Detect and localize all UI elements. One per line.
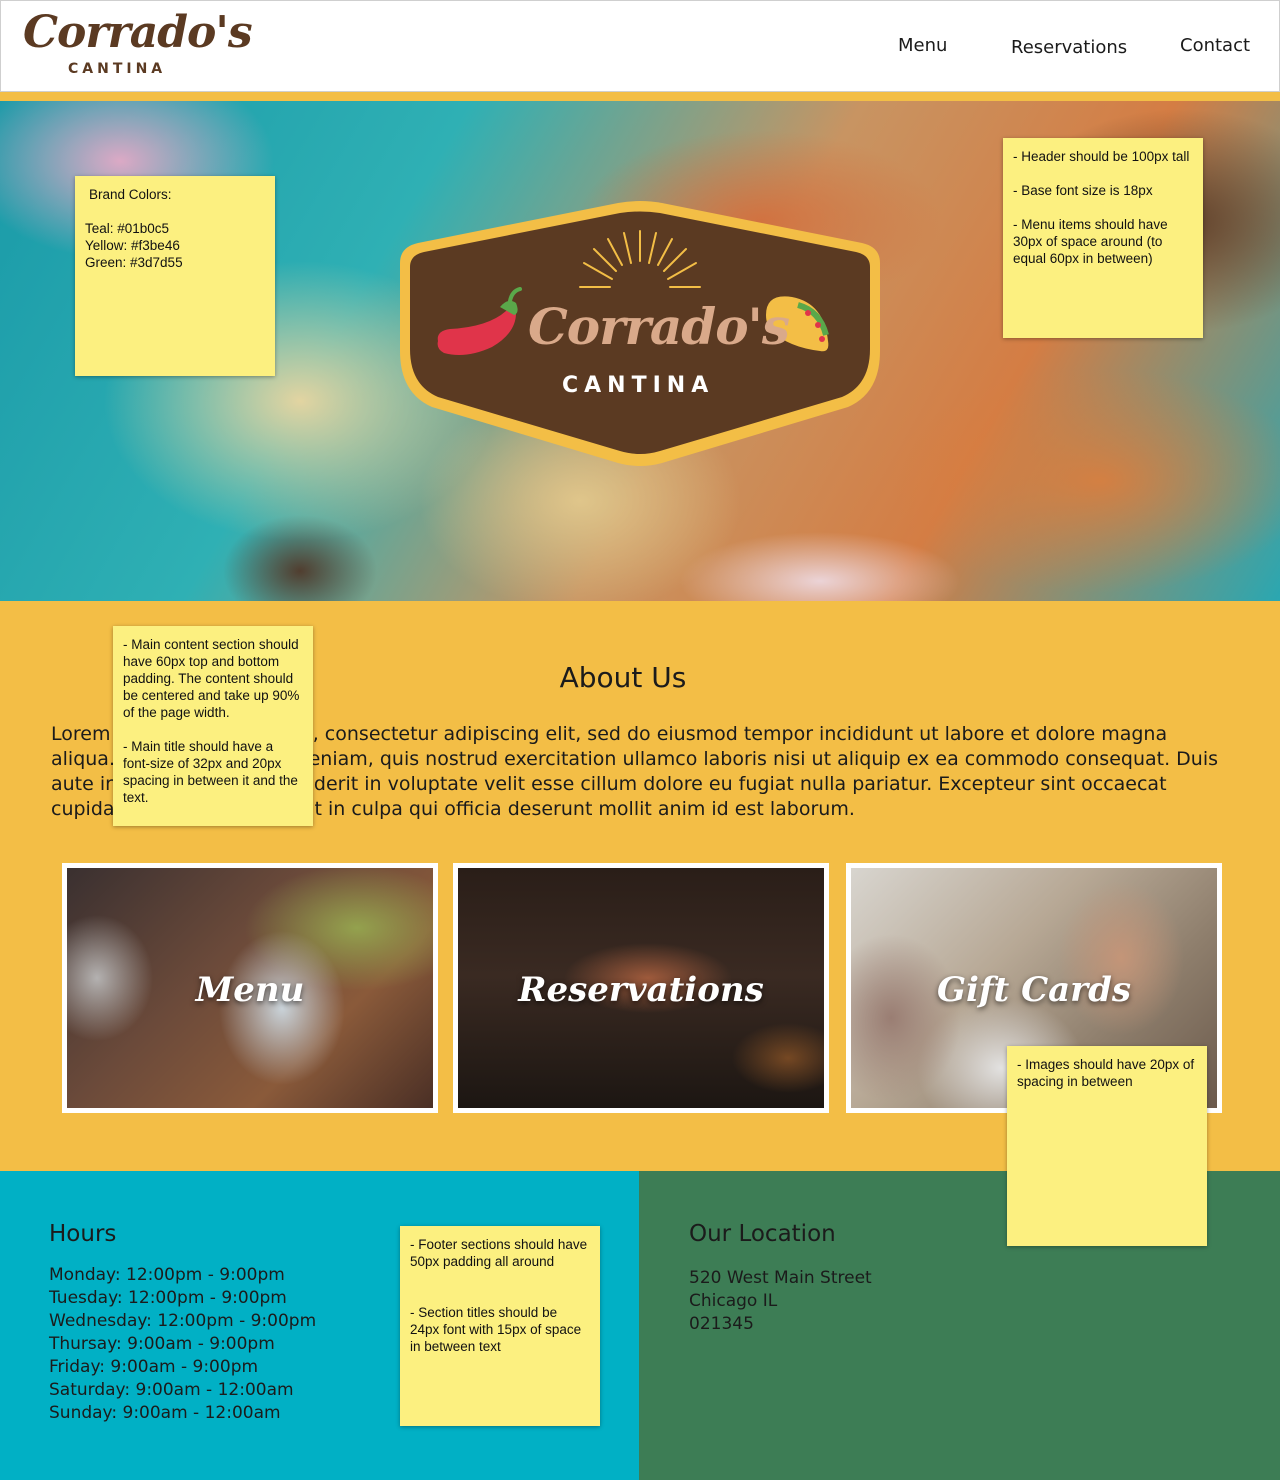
address-line: 520 West Main Street	[689, 1268, 872, 1288]
hours-line: Sunday: 9:00am - 12:00am	[49, 1403, 281, 1423]
location-address: 520 West Main Street Chicago IL 021345	[689, 1267, 872, 1336]
address-line: 021345	[689, 1314, 754, 1334]
sticky-note-main-content: - Main content section should have 60px …	[113, 626, 313, 826]
hero-logo-badge: Corrado's CANTINA	[388, 201, 892, 467]
badge-script: Corrado's	[528, 297, 790, 356]
header-logo[interactable]: Corrado's CANTINA	[23, 7, 253, 81]
hours-line: Friday: 9:00am - 9:00pm	[49, 1357, 259, 1377]
hours-line: Monday: 12:00pm - 9:00pm	[49, 1265, 285, 1285]
card-label: Menu	[195, 970, 305, 1010]
note-line: - Main title should have a font-size of …	[123, 739, 298, 805]
reservations-image-card[interactable]: Reservations	[453, 863, 829, 1113]
sticky-note-footer: - Footer sections should have 50px paddi…	[400, 1226, 600, 1426]
sticky-note-header: - Header should be 100px tall - Base fon…	[1003, 138, 1203, 338]
nav-menu-link[interactable]: Menu	[898, 35, 947, 56]
location-title: Our Location	[689, 1221, 836, 1247]
header-accent-strip	[0, 92, 1280, 101]
site-header: Corrado's CANTINA Menu Reservations Cont…	[0, 0, 1280, 92]
hours-line: Wednesday: 12:00pm - 9:00pm	[49, 1311, 317, 1331]
menu-photo: Menu	[67, 868, 433, 1108]
menu-image-card[interactable]: Menu	[62, 863, 438, 1113]
hours-line: Thursay: 9:00am - 9:00pm	[49, 1334, 275, 1354]
note-line: - Header should be 100px tall	[1013, 149, 1190, 164]
note-line: Teal: #01b0c5	[85, 221, 170, 236]
card-label: Gift Cards	[936, 970, 1132, 1010]
note-line: Green: #3d7d55	[85, 255, 183, 270]
hours-list: Monday: 12:00pm - 9:00pm Tuesday: 12:00p…	[49, 1264, 316, 1425]
badge-subtitle: CANTINA	[562, 373, 715, 398]
note-line: - Base font size is 18px	[1013, 183, 1153, 198]
hours-title: Hours	[49, 1221, 117, 1247]
sticky-note-images: - Images should have 20px of spacing in …	[1007, 1046, 1207, 1246]
logo-script: Corrado's	[23, 7, 253, 58]
nav-reservations-link[interactable]: Reservations	[1011, 37, 1127, 58]
note-line: - Section titles should be 24px font wit…	[410, 1305, 582, 1354]
address-line: Chicago IL	[689, 1291, 778, 1311]
nav-contact-link[interactable]: Contact	[1180, 35, 1250, 56]
reservations-photo: Reservations	[458, 868, 824, 1108]
note-line: - Footer sections should have 50px paddi…	[410, 1237, 588, 1269]
note-line: - Main content section should have 60px …	[123, 637, 300, 720]
note-line: - Menu items should have 30px of space a…	[1013, 217, 1168, 266]
logo-subtitle: CANTINA	[68, 61, 167, 77]
hours-line: Saturday: 9:00am - 12:00am	[49, 1380, 294, 1400]
sticky-note-brand-colors: Brand Colors: Teal: #01b0c5 Yellow: #f3b…	[75, 176, 275, 376]
note-line: Yellow: #f3be46	[85, 238, 180, 253]
note-line: Brand Colors:	[89, 187, 172, 202]
hours-line: Tuesday: 12:00pm - 9:00pm	[49, 1288, 287, 1308]
note-line: - Images should have 20px of spacing in …	[1017, 1057, 1195, 1089]
card-label: Reservations	[518, 970, 764, 1010]
